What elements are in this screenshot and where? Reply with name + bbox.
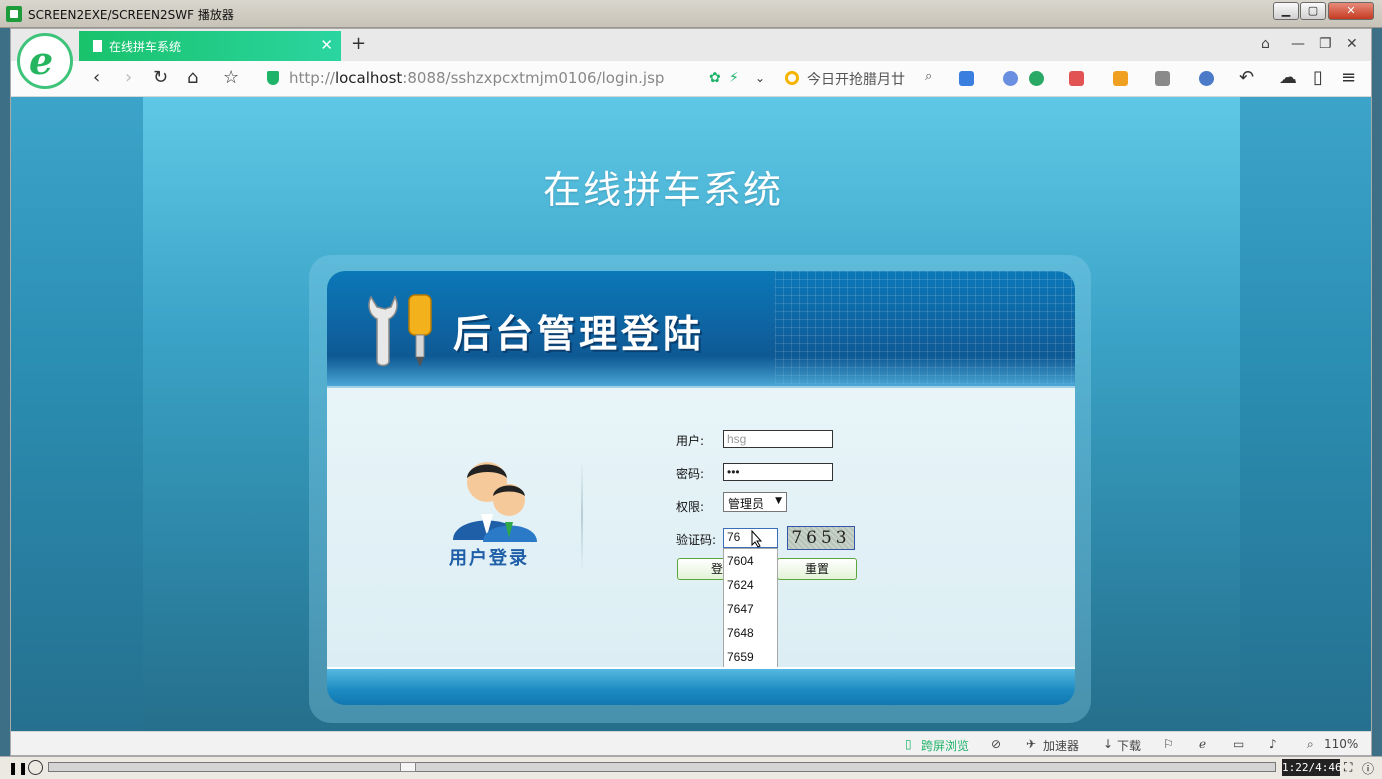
ie-icon[interactable]: ℯ — [1199, 737, 1206, 751]
progress-thumb[interactable] — [400, 762, 416, 772]
window-icon[interactable]: ▭ — [1233, 737, 1244, 751]
dropdown-chevron-icon[interactable]: ⌄ — [755, 71, 765, 85]
refresh-green-icon[interactable]: ✿ — [709, 70, 721, 86]
zoom-icon[interactable]: ⌕ — [1307, 737, 1314, 752]
cross-screen-icon[interactable]: ▯ — [905, 737, 912, 751]
playback-timer: 1:22/4:46 — [1282, 759, 1342, 776]
role-select[interactable]: 管理员 ▼ — [723, 492, 787, 512]
tab-close-icon[interactable]: ✕ — [320, 36, 333, 54]
autocomplete-option[interactable]: 7647 — [724, 597, 777, 621]
site-title: 在线拼车系统 — [542, 168, 783, 212]
bookmark-star-icon[interactable]: ☆ — [223, 67, 239, 88]
browser-status-bar: ▯ 跨屏浏览 ⊘ ✈ 加速器 ↓ 下载 ⚐ ℯ ▭ ♪ ⌕ 110% — [11, 731, 1371, 755]
role-label: 权限: — [676, 500, 705, 514]
progress-track[interactable] — [48, 762, 1276, 772]
browser-restore-icon[interactable]: ❐ — [1319, 36, 1332, 52]
player-app-icon — [6, 6, 22, 22]
cross-screen-link[interactable]: 跨屏浏览 — [921, 737, 969, 754]
game-icon[interactable] — [1155, 71, 1170, 86]
fullscreen-icon[interactable]: ⛶ — [1344, 760, 1352, 775]
player-title: SCREEN2EXE/SCREEN2SWF 播放器 — [28, 8, 234, 22]
undo-icon[interactable]: ↶ — [1239, 67, 1254, 88]
users-icon — [453, 462, 537, 542]
search-hot-text: 今日开抢腊月廿 — [807, 72, 905, 88]
cloud-icon[interactable]: ☁ — [1279, 67, 1297, 88]
back-icon[interactable]: ‹ — [93, 67, 100, 88]
player-controls: ❚❚ 1:22/4:46 ⛶ ⓘ — [0, 756, 1382, 779]
info-icon[interactable]: ⓘ — [1362, 760, 1374, 777]
login-panel: 用户登录 用户: hsg 密码: ••• 权限: 管理员 ▼ 验证码: 76 7… — [327, 386, 1075, 670]
accelerator-link[interactable]: 加速器 — [1043, 737, 1079, 754]
security-shield-icon[interactable] — [267, 71, 279, 85]
tab-title: 在线拼车系统 — [109, 40, 182, 54]
password-input[interactable]: ••• — [723, 463, 833, 481]
page-icon — [93, 40, 102, 52]
chevron-down-icon: ▼ — [775, 496, 782, 506]
panel-divider — [581, 460, 583, 572]
reset-button[interactable]: 重置 — [777, 558, 857, 580]
money-icon[interactable] — [1029, 71, 1044, 86]
autocomplete-option[interactable]: 7624 — [724, 573, 777, 597]
captcha-image[interactable]: 7653 — [787, 526, 855, 550]
close-button[interactable]: ✕ — [1328, 2, 1374, 20]
address-bar[interactable]: http://localhost:8088/sshzxpcxtmjm0106/l… — [289, 69, 664, 87]
minimize-button[interactable]: ▁ — [1273, 2, 1299, 20]
rocket-icon[interactable]: ✈ — [1026, 737, 1036, 751]
autocomplete-option[interactable]: 7659 — [724, 645, 777, 669]
mobile-icon[interactable]: ▯ — [1313, 67, 1323, 88]
reload-icon[interactable]: ↻ — [153, 67, 168, 88]
apps-icon[interactable] — [959, 71, 974, 86]
login-box: 后台管理登陆 用户登录 用户: hsg 密码: ••• 权限: 管理员 ▼ 验证… — [309, 255, 1091, 723]
autocomplete-option[interactable]: 7604 — [724, 549, 777, 573]
pdf-icon[interactable] — [1069, 71, 1084, 86]
browser-window: 在线拼车系统 ✕ + ⌂ — ❐ ✕ e ‹ › ↻ ⌂ ☆ http://lo… — [10, 28, 1372, 756]
navigation-bar: ‹ › ↻ ⌂ ☆ http://localhost:8088/sshzxpcx… — [11, 61, 1371, 97]
stop-icon[interactable] — [28, 760, 43, 775]
username-label: 用户: — [676, 434, 705, 448]
username-input[interactable]: hsg — [723, 430, 833, 448]
captcha-autocomplete-list: 7604 7624 7647 7648 7659 — [723, 548, 778, 670]
search-box[interactable]: 今日开抢腊月廿 ⌕ — [783, 68, 943, 90]
tab-strip: 在线拼车系统 ✕ + ⌂ — ❐ ✕ — [11, 29, 1371, 61]
skin-icon[interactable]: ⌂ — [1261, 36, 1270, 52]
sound-icon[interactable]: ♪ — [1269, 737, 1277, 751]
browser-logo-icon: e — [17, 33, 73, 89]
browser-close-icon[interactable]: ✕ — [1346, 36, 1358, 52]
pause-icon[interactable]: ❚❚ — [8, 761, 28, 775]
role-selected-value: 管理员 — [728, 497, 765, 511]
translate-icon[interactable] — [1113, 71, 1128, 86]
captcha-label: 验证码: — [676, 533, 717, 547]
player-title-bar: SCREEN2EXE/SCREEN2SWF 播放器 ▁ ▢ ✕ — [0, 0, 1382, 28]
wrench-screwdriver-icon — [368, 294, 432, 367]
adblock-icon[interactable] — [1003, 71, 1018, 86]
search-engine-icon — [785, 71, 799, 85]
page-content: 在线拼车系统 后台管理登陆 用户登录 用户: hsg 密码: ••• 权限: 管… — [143, 97, 1240, 731]
speed-mode-icon[interactable]: ⚡ — [729, 70, 739, 86]
menu-icon[interactable]: ≡ — [1341, 67, 1356, 88]
download-arrow-icon[interactable]: ↓ — [1103, 737, 1113, 751]
zoom-level[interactable]: 110% — [1324, 737, 1358, 751]
page-viewport: 在线拼车系统 后台管理登陆 用户登录 用户: hsg 密码: ••• 权限: 管… — [11, 97, 1371, 731]
new-tab-button[interactable]: + — [351, 33, 366, 54]
zoom-tool-icon[interactable] — [1199, 71, 1214, 86]
download-link[interactable]: 下载 — [1117, 737, 1141, 754]
user-login-label: 用户登录 — [449, 548, 529, 569]
login-footer-bar — [327, 667, 1075, 705]
password-label: 密码: — [676, 467, 705, 481]
flag-icon[interactable]: ⚐ — [1163, 737, 1174, 751]
maximize-button[interactable]: ▢ — [1300, 2, 1326, 20]
banner-title: 后台管理登陆 — [453, 312, 706, 356]
history-icon[interactable]: ⊘ — [991, 737, 1001, 751]
home-icon[interactable]: ⌂ — [187, 67, 198, 88]
search-icon[interactable]: ⌕ — [925, 69, 932, 84]
browser-minimize-icon[interactable]: — — [1291, 36, 1305, 52]
login-banner: 后台管理登陆 — [327, 271, 1075, 386]
autocomplete-option[interactable]: 7648 — [724, 621, 777, 645]
mouse-cursor-icon — [751, 530, 763, 548]
forward-icon[interactable]: › — [125, 67, 132, 88]
tab-active[interactable]: 在线拼车系统 ✕ — [79, 31, 341, 61]
